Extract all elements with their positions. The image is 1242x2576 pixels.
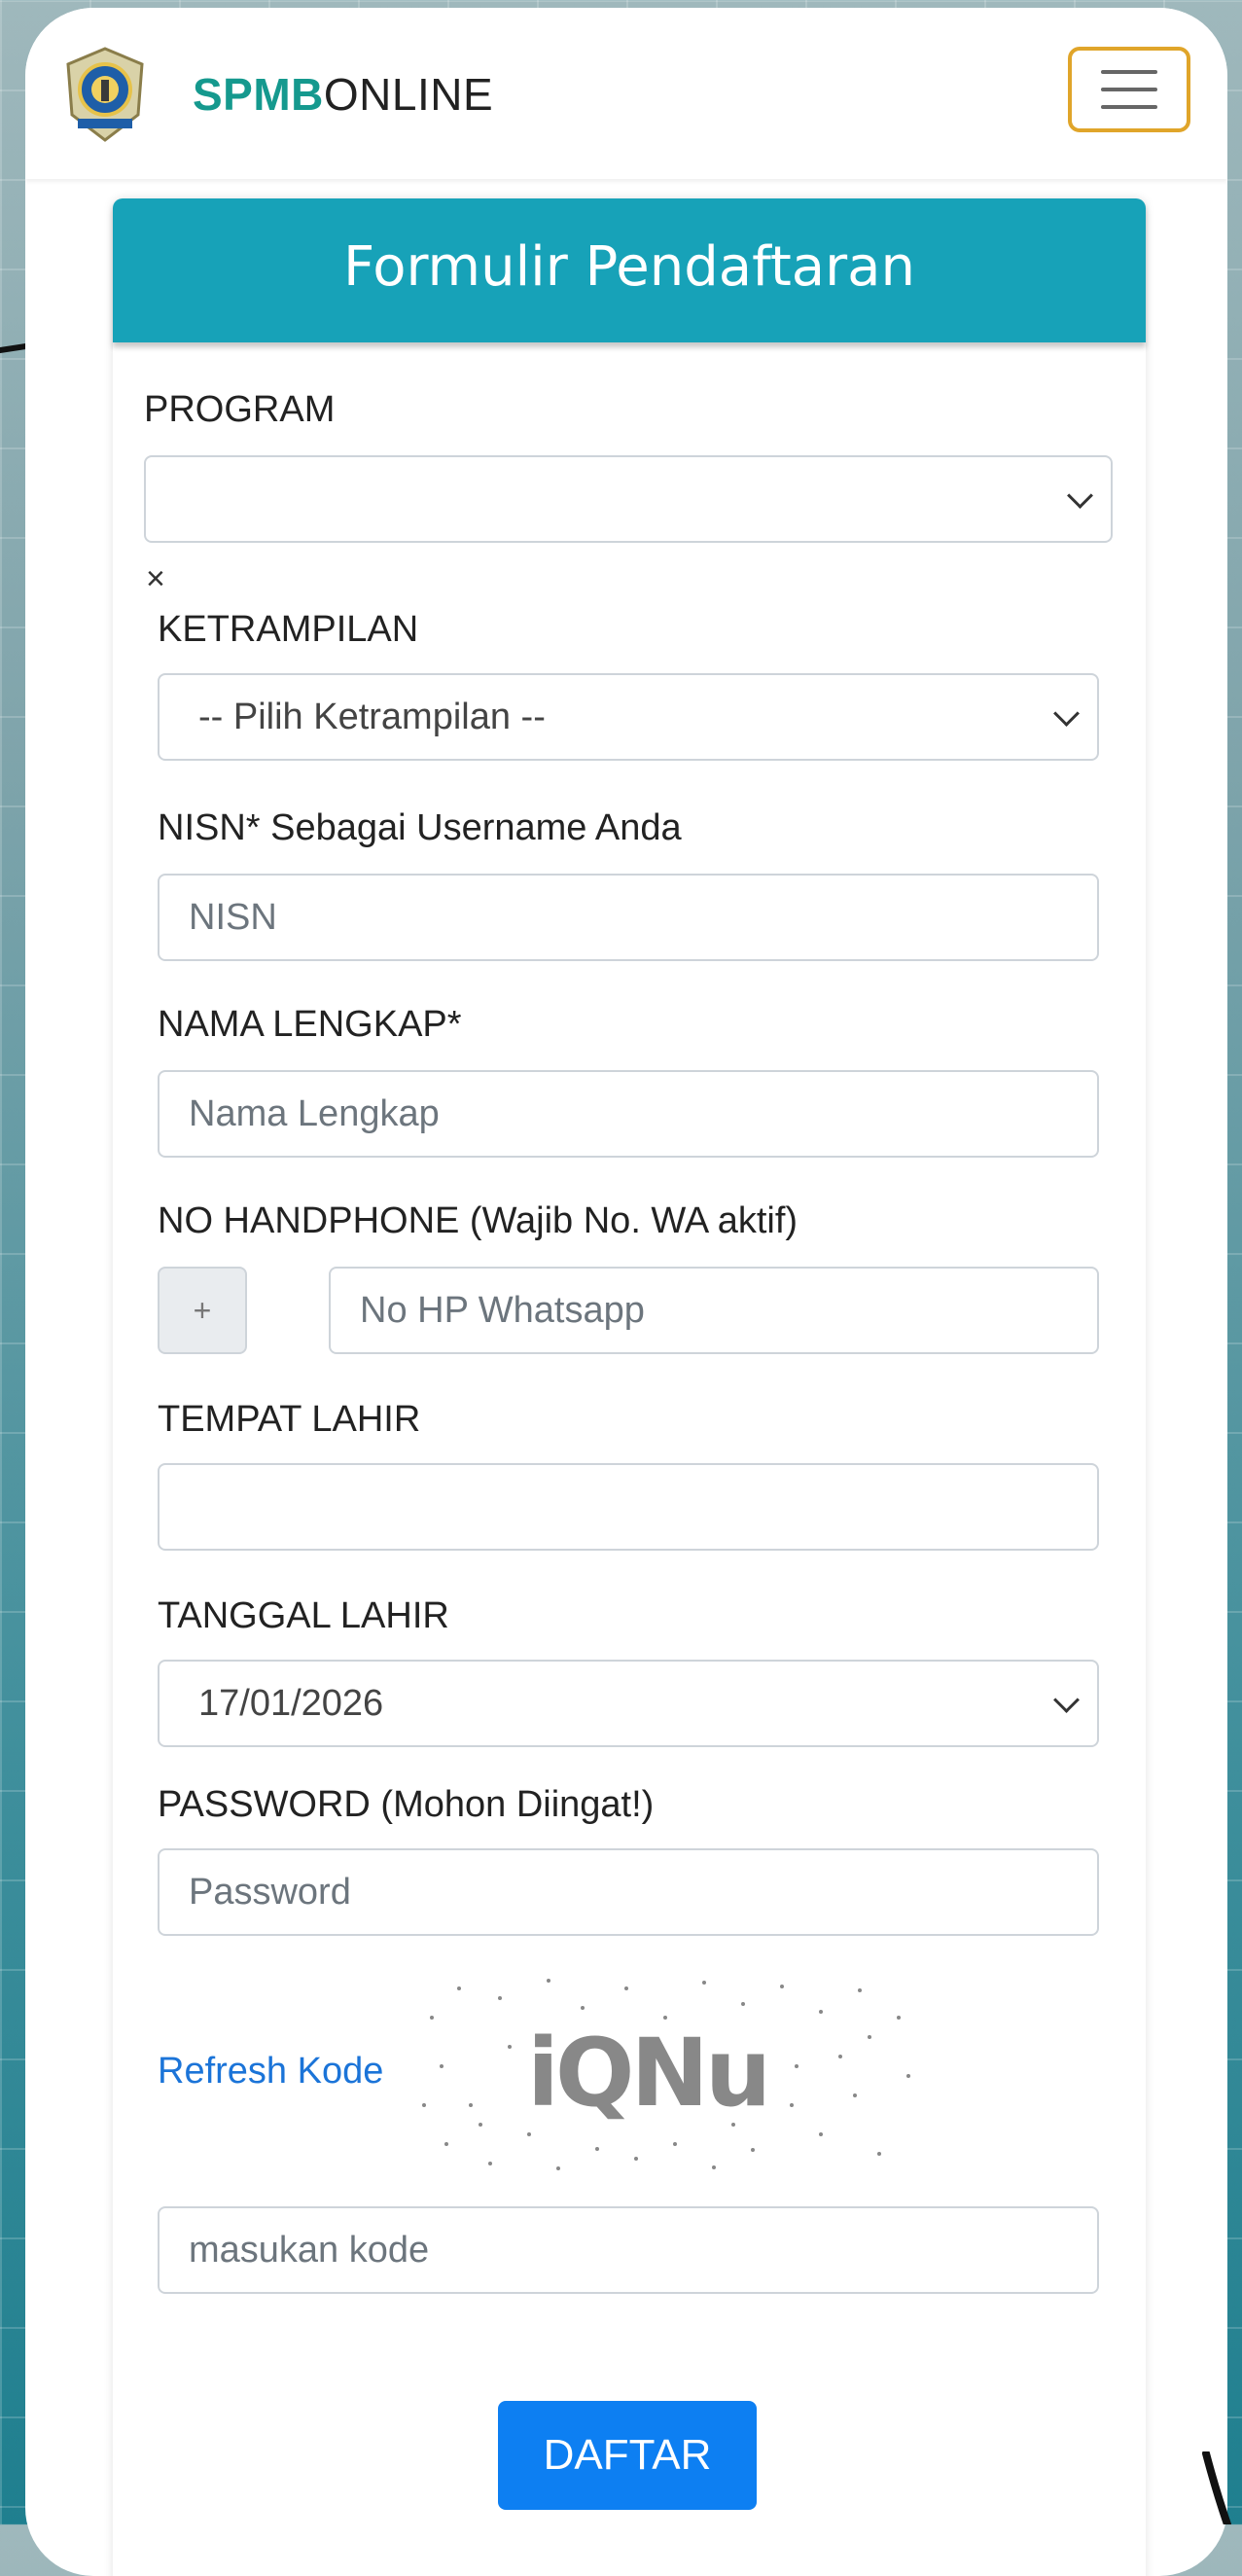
- captcha-image: iQNu: [422, 1979, 910, 2170]
- ketrampilan-select[interactable]: -- Pilih Ketrampilan --: [158, 673, 1099, 761]
- decorative-stroke: [1202, 2451, 1231, 2524]
- phone-screen: SPMBONLINE Formulir Pendaftaran PROGRAM …: [25, 8, 1227, 2576]
- chevron-down-icon: [1053, 700, 1080, 727]
- password-input[interactable]: Password: [158, 1848, 1099, 1936]
- tanggal-lahir-label: TANGGAL LAHIR: [158, 1595, 449, 1636]
- ketrampilan-value: -- Pilih Ketrampilan --: [198, 697, 546, 737]
- form-title: Formulir Pendaftaran: [113, 198, 1146, 342]
- refresh-captcha-link[interactable]: Refresh Kode: [158, 2051, 383, 2093]
- handphone-placeholder: No HP Whatsapp: [360, 1290, 645, 1331]
- nisn-input[interactable]: NISN: [158, 874, 1099, 961]
- hamburger-menu-button[interactable]: [1068, 47, 1190, 132]
- nisn-label: NISN* Sebagai Username Anda: [158, 807, 682, 848]
- ketrampilan-label: KETRAMPILAN: [158, 609, 419, 650]
- daftar-submit-button[interactable]: DAFTAR: [498, 2401, 757, 2510]
- password-label: PASSWORD (Mohon Diingat!): [158, 1784, 655, 1825]
- nisn-placeholder: NISN: [189, 897, 277, 938]
- brand-prefix: SPMB: [193, 69, 324, 120]
- brand-title[interactable]: SPMBONLINE: [193, 68, 493, 121]
- captcha-code: iQNu: [527, 2019, 767, 2128]
- hamburger-line: [1101, 105, 1157, 109]
- handphone-label: NO HANDPHONE (Wajib No. WA aktif): [158, 1200, 798, 1241]
- brand-suffix: ONLINE: [323, 69, 494, 120]
- password-placeholder: Password: [189, 1872, 351, 1913]
- nama-label: NAMA LENGKAP*: [158, 1004, 462, 1045]
- tanggal-lahir-value: 17/01/2026: [198, 1683, 384, 1724]
- program-select[interactable]: [144, 455, 1113, 543]
- tempat-lahir-input[interactable]: [158, 1463, 1099, 1551]
- chevron-down-icon: [1067, 483, 1093, 509]
- nama-input[interactable]: Nama Lengkap: [158, 1070, 1099, 1158]
- nama-placeholder: Nama Lengkap: [189, 1093, 440, 1134]
- chevron-down-icon: [1053, 1687, 1080, 1713]
- country-code-prefix[interactable]: +: [158, 1267, 247, 1354]
- captcha-input[interactable]: masukan kode: [158, 2206, 1099, 2294]
- hamburger-line: [1101, 70, 1157, 74]
- tanggal-lahir-select[interactable]: 17/01/2026: [158, 1660, 1099, 1747]
- tempat-lahir-label: TEMPAT LAHIR: [158, 1399, 421, 1440]
- school-emblem-icon[interactable]: [64, 47, 146, 142]
- navbar: SPMBONLINE: [25, 8, 1227, 179]
- clear-selection-icon[interactable]: ×: [146, 560, 165, 598]
- hamburger-line: [1101, 88, 1157, 91]
- captcha-placeholder: masukan kode: [189, 2230, 430, 2271]
- program-label: PROGRAM: [144, 389, 336, 430]
- handphone-input[interactable]: No HP Whatsapp: [329, 1267, 1099, 1354]
